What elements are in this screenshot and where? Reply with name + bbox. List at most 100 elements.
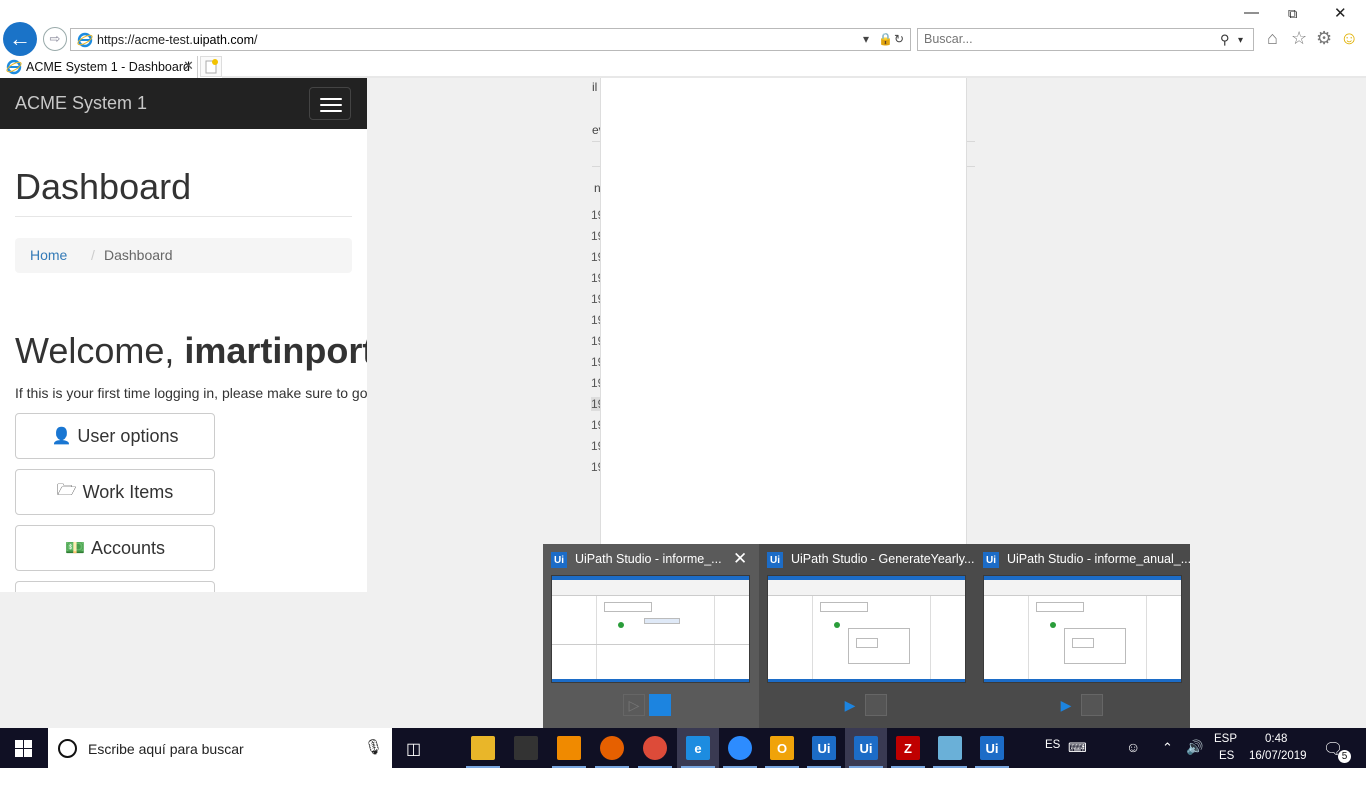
uipath-icon: Ui (551, 552, 567, 568)
stop-icon[interactable] (1081, 694, 1103, 716)
volume-icon[interactable]: 🔊 (1186, 739, 1203, 756)
back-button[interactable]: ← (3, 22, 37, 56)
menu-bar (320, 98, 342, 100)
next-menu-button[interactable] (15, 581, 215, 592)
filezilla-icon: Z (896, 736, 920, 760)
close-window-icon[interactable]: ✕ (1334, 4, 1347, 22)
title-divider (15, 216, 352, 217)
debug-controls: ▶ (839, 694, 891, 716)
bg-fragment: il (592, 80, 598, 94)
taskbar-app-vlc[interactable] (548, 728, 590, 768)
acme-app: ACME System 1 Dashboard Home / Dashboard… (0, 78, 367, 592)
thumbnail-window-1[interactable]: Ui UiPath Studio - informe_... ✕ ▷ (543, 544, 759, 728)
user-options-button[interactable]: 👤 User options (15, 413, 215, 459)
taskbar-app-uipath-2[interactable]: Ui (845, 728, 887, 768)
taskbar-app-file-explorer[interactable] (462, 728, 504, 768)
uipath-icon: Ui (767, 552, 783, 568)
dropdown-icon[interactable]: ▾ (863, 32, 869, 46)
microphone-icon[interactable]: 🎙 (364, 738, 383, 756)
user-icon: 👤 (51, 428, 72, 445)
taskbar-app-chrome[interactable] (634, 728, 676, 768)
minimize-icon[interactable]: — (1244, 4, 1259, 21)
run-icon[interactable]: ▷ (623, 694, 645, 716)
thumbnail-window-2[interactable]: Ui UiPath Studio - GenerateYearly... ▶ (759, 544, 975, 728)
tab-acme-dashboard[interactable]: ACME System 1 - Dashboard ✕ (0, 56, 198, 78)
taskbar-search-box[interactable]: Escribe aquí para buscar 🎙 (48, 728, 392, 768)
cortana-icon (58, 739, 77, 758)
thumbnail-title: UiPath Studio - informe_anual_... (1007, 552, 1192, 566)
intro-text: If this is your first time logging in, p… (15, 385, 367, 401)
breadcrumb-current: Dashboard (104, 247, 173, 263)
window-preview[interactable] (983, 575, 1182, 683)
zoom-icon (728, 736, 752, 760)
search-icon[interactable]: ⚲ (1220, 32, 1230, 48)
ie-page-icon (77, 32, 93, 48)
restore-icon[interactable]: ⧉ (1288, 6, 1297, 22)
taskbar-app-zoom[interactable] (719, 728, 761, 768)
forward-button[interactable]: ⇨ (43, 27, 67, 51)
taskbar-thumbnail-flyout: Ui UiPath Studio - informe_... ✕ ▷ Ui Ui… (543, 544, 1191, 728)
search-input[interactable] (924, 32, 1204, 46)
tab-title: ACME System 1 - Dashboard (26, 60, 190, 74)
button-label: Work Items (82, 481, 174, 502)
taskbar-app-calculator[interactable] (505, 728, 547, 768)
notification-count: 5 (1338, 750, 1351, 763)
taskbar-app-outlook[interactable]: O (761, 728, 803, 768)
menu-toggle-button[interactable] (309, 87, 351, 120)
stop-icon[interactable] (649, 694, 671, 716)
chevron-up-icon[interactable]: ⌃ (1162, 740, 1173, 756)
window-preview[interactable] (767, 575, 966, 683)
new-tab-icon (205, 59, 218, 74)
taskbar-app-internet-explorer[interactable]: e (677, 728, 719, 768)
search-box[interactable]: ⚲ ▾ (917, 28, 1254, 51)
people-icon[interactable]: ☺ (1126, 739, 1140, 755)
window-preview[interactable] (551, 575, 750, 683)
file-explorer-icon (471, 736, 495, 760)
notes-icon (938, 736, 962, 760)
refresh-icon[interactable]: ↻ (894, 32, 904, 46)
clock-date[interactable]: 16/07/2019 (1249, 750, 1307, 790)
lock-icon[interactable]: 🔒 (878, 32, 893, 46)
thumbnail-window-3[interactable]: Ui UiPath Studio - informe_anual_... ▶ (975, 544, 1191, 728)
run-icon[interactable]: ▶ (1055, 694, 1077, 716)
folder-open-icon: 🗁 (56, 481, 77, 499)
work-items-button[interactable]: 🗁 Work Items (15, 469, 215, 515)
task-view-icon[interactable]: ◫ (406, 739, 421, 759)
taskbar-app-uipath-3[interactable]: Ui (971, 728, 1013, 768)
start-button[interactable] (15, 740, 32, 757)
taskbar-app-notes[interactable] (929, 728, 971, 768)
browser-chrome: ← ⇨ https://acme-test.uipath.com/ ▾ 🔒 ↻ … (0, 0, 1366, 78)
button-label: User options (77, 425, 179, 446)
settings-gear-icon[interactable]: ⚙ (1316, 28, 1332, 49)
arrow-right-icon: ⇨ (49, 31, 61, 46)
address-bar[interactable]: https://acme-test.uipath.com/ ▾ 🔒 ↻ (70, 28, 911, 51)
menu-bar (320, 110, 342, 112)
accounts-button[interactable]: 💵 Accounts (15, 525, 215, 571)
page-title: Dashboard (15, 166, 192, 207)
input-language[interactable]: ES (1045, 739, 1060, 779)
uipath-2-icon: Ui (854, 736, 878, 760)
search-dropdown-icon[interactable]: ▾ (1238, 35, 1243, 46)
uipath-icon: Ui (983, 552, 999, 568)
taskbar-app-filezilla[interactable]: Z (887, 728, 929, 768)
tab-close-icon[interactable]: ✕ (183, 58, 194, 74)
language-bottom[interactable]: ES (1219, 750, 1234, 790)
close-thumbnail-icon[interactable]: ✕ (733, 549, 747, 569)
menu-bar (320, 104, 342, 106)
acme-navbar: ACME System 1 (0, 78, 367, 129)
home-icon[interactable]: ⌂ (1267, 28, 1278, 49)
feedback-smiley-icon[interactable]: ☺ (1340, 28, 1358, 49)
new-tab-button[interactable] (200, 56, 222, 77)
run-icon[interactable]: ▶ (839, 694, 861, 716)
taskbar-app-uipath-1[interactable]: Ui (803, 728, 845, 768)
keyboard-icon[interactable]: ⌨ (1068, 740, 1087, 756)
acme-brand[interactable]: ACME System 1 (15, 93, 147, 114)
stop-icon[interactable] (865, 694, 887, 716)
thumbnail-title: UiPath Studio - GenerateYearly... (791, 552, 975, 566)
thumbnail-title: UiPath Studio - informe_... (575, 552, 722, 566)
favorites-star-icon[interactable]: ☆ (1291, 28, 1307, 49)
taskbar-app-firefox[interactable] (591, 728, 633, 768)
welcome-heading: Welcome, imartinport (15, 330, 367, 372)
debug-controls: ▶ (1055, 694, 1107, 716)
breadcrumb-home-link[interactable]: Home (30, 247, 67, 263)
